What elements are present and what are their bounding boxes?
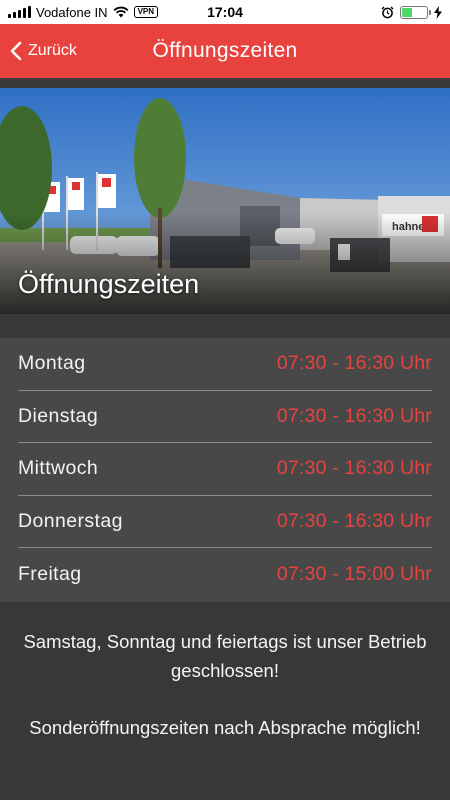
time-label: 07:30 - 16:30 Uhr: [276, 457, 432, 480]
hours-row-donnerstag: Donnerstag 07:30 - 16:30 Uhr: [18, 496, 432, 549]
time-label: 07:30 - 16:30 Uhr: [276, 352, 432, 375]
day-label: Donnerstag: [18, 510, 123, 533]
charging-icon: [434, 5, 442, 19]
page-title: Öffnungszeiten: [152, 39, 298, 62]
hours-row-mittwoch: Mittwoch 07:30 - 16:30 Uhr: [18, 443, 432, 496]
special-hours-notice: Sonderöffnungszeiten nach Absprache mögl…: [29, 717, 421, 738]
hero-image: hahne Öffnungszeiten: [0, 88, 450, 314]
time-label: 07:30 - 15:00 Uhr: [276, 563, 432, 586]
hours-row-montag: Montag 07:30 - 16:30 Uhr: [18, 338, 432, 391]
nav-bar: Zurück Öffnungszeiten: [0, 24, 450, 78]
time-label: 07:30 - 16:30 Uhr: [276, 510, 432, 533]
status-right: [381, 5, 442, 19]
carrier-label: Vodafone IN: [36, 4, 108, 20]
status-left: Vodafone IN VPN: [8, 4, 159, 20]
day-label: Mittwoch: [18, 457, 99, 480]
hours-list: Montag 07:30 - 16:30 Uhr Dienstag 07:30 …: [0, 338, 450, 602]
day-label: Dienstag: [18, 404, 99, 427]
hero-title: Öffnungszeiten: [18, 269, 200, 299]
wifi-icon: [113, 6, 128, 18]
notes-section: Samstag, Sonntag und feiertags ist unser…: [0, 602, 450, 800]
status-bar: Vodafone IN VPN 17:04: [0, 0, 450, 24]
signal-icon: [8, 6, 31, 18]
back-button[interactable]: Zurück: [10, 24, 77, 78]
hours-row-freitag: Freitag 07:30 - 15:00 Uhr: [18, 548, 432, 601]
vpn-badge: VPN: [133, 6, 159, 18]
chevron-left-icon: [10, 41, 22, 61]
hours-row-dienstag: Dienstag 07:30 - 16:30 Uhr: [18, 391, 432, 444]
battery-icon: [400, 5, 431, 19]
time-label: 07:30 - 16:30 Uhr: [276, 404, 432, 427]
day-label: Montag: [18, 352, 86, 375]
day-label: Freitag: [18, 563, 82, 586]
closed-notice: Samstag, Sonntag und feiertags ist unser…: [23, 631, 427, 681]
alarm-icon: [381, 6, 394, 18]
back-label: Zurück: [28, 42, 77, 59]
